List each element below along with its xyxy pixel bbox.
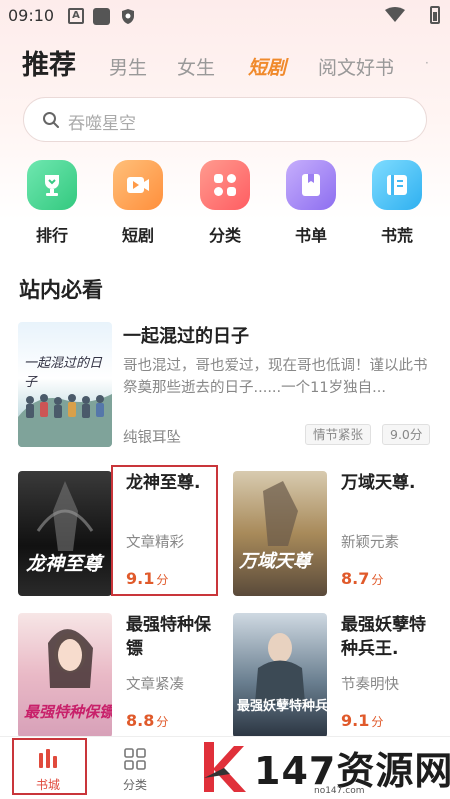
search-placeholder: 吞噬星空 bbox=[68, 114, 136, 134]
tab-short-drama[interactable]: 短剧 bbox=[248, 53, 286, 80]
nav-categories[interactable]: 分类 bbox=[99, 739, 171, 797]
book-cover: 龙神至尊 bbox=[18, 471, 112, 596]
search-bar[interactable]: 吞噬星空 bbox=[23, 97, 427, 142]
video-icon bbox=[113, 160, 163, 210]
book-description: 哥也混过，哥也爱过，现在哥也低调！谨以此书祭奠那些逝去的日子......一个11… bbox=[123, 358, 428, 396]
search-icon bbox=[42, 111, 60, 133]
trophy-icon bbox=[27, 160, 77, 210]
book-author: 文章紧凑 bbox=[126, 677, 184, 693]
watermark: 147资源网 no147.com bbox=[192, 736, 450, 799]
shortcut-book-shortage[interactable]: 书荒 bbox=[367, 160, 427, 246]
highlight-box bbox=[111, 465, 218, 596]
nav-label: 分类 bbox=[122, 778, 147, 792]
book-score: 8.8 分 bbox=[126, 711, 169, 730]
category-shortcuts: 排行 短剧 分类 书单 书荒 bbox=[0, 160, 450, 250]
featured-book-card[interactable]: 一起混过的日子 一起混过的日子 哥也混过，哥也爱过，现在哥也低调！谨以此书祭奠那… bbox=[18, 322, 432, 450]
status-time: 09:10 bbox=[8, 6, 55, 25]
book-title: 一起混过的日子 bbox=[123, 326, 249, 347]
watermark-subtext: no147.com bbox=[314, 786, 365, 796]
book-title: 最强特种保镖 bbox=[126, 615, 211, 659]
book-cover: 一起混过的日子 bbox=[18, 322, 112, 447]
status-bar: 09:10 A bbox=[0, 0, 450, 32]
nav-highlight-box bbox=[12, 738, 87, 795]
book-cover: 万域天尊 bbox=[233, 471, 327, 596]
book-cover: 最强妖孽特种兵王 bbox=[233, 613, 327, 738]
book-card[interactable]: 万域天尊 万域天尊. 新颖元素 8.7 分 bbox=[233, 471, 433, 596]
shortcut-ranking[interactable]: 排行 bbox=[22, 160, 82, 246]
section-title: 站内必看 bbox=[19, 278, 103, 302]
cover-title-art: 最强妖孽特种兵王 bbox=[237, 699, 327, 714]
tab-male[interactable]: 男生 bbox=[109, 53, 147, 80]
shortcut-short-drama[interactable]: 短剧 bbox=[108, 160, 168, 246]
a-notification-icon: A bbox=[68, 8, 84, 24]
shortcut-label: 分类 bbox=[208, 226, 241, 245]
cover-title-art: 龙神至尊 bbox=[26, 553, 103, 575]
book-score-tag: 9.0分 bbox=[382, 424, 431, 445]
book-card[interactable]: 最强妖孽特种兵王 最强妖孽特种兵王. 节奏明快 9.1分 bbox=[233, 613, 433, 738]
book-author: 节奏明快 bbox=[341, 677, 399, 693]
shortcut-label: 排行 bbox=[35, 226, 68, 245]
shortcut-booklist[interactable]: 书单 bbox=[281, 160, 341, 246]
shortcut-label: 书单 bbox=[294, 226, 327, 245]
book-author: 新颖元素 bbox=[341, 535, 399, 551]
more-tabs-dot-icon[interactable]: · bbox=[425, 56, 429, 70]
tab-yuewen-books[interactable]: 阅文好书 bbox=[318, 53, 394, 80]
top-tabs: 推荐 男生 女生 短剧 阅文好书 · bbox=[0, 44, 450, 84]
book-score: 9.1 分 bbox=[341, 711, 384, 730]
shortcut-label: 短剧 bbox=[121, 226, 154, 245]
shortcut-label: 书荒 bbox=[380, 226, 413, 245]
square-notification-icon bbox=[93, 8, 110, 25]
shield-notification-icon bbox=[120, 8, 136, 24]
watermark-logo-icon bbox=[200, 738, 254, 799]
battery-icon bbox=[430, 6, 440, 24]
booklist-icon bbox=[286, 160, 336, 210]
tab-recommend[interactable]: 推荐 bbox=[22, 43, 76, 82]
cover-title-art: 一起混过的日子 bbox=[24, 356, 103, 390]
category-grid-icon bbox=[123, 747, 147, 775]
cover-title-art: 最强特种保镖 bbox=[24, 703, 112, 721]
tab-female[interactable]: 女生 bbox=[177, 53, 215, 80]
book-score: 8.7 分 bbox=[341, 569, 384, 588]
book-tag: 情节紧张 bbox=[305, 424, 372, 445]
cover-title-art: 万域天尊 bbox=[239, 551, 311, 572]
wifi-icon bbox=[385, 7, 405, 23]
book-cover: 最强特种保镖 bbox=[18, 613, 112, 738]
book-card[interactable]: 最强特种保镖 最强特种保镖 文章紧凑 8.8 分 bbox=[18, 613, 218, 738]
book-icon bbox=[372, 160, 422, 210]
shortcut-categories[interactable]: 分类 bbox=[195, 160, 255, 246]
grid-icon bbox=[200, 160, 250, 210]
book-author: 纯银耳坠 bbox=[123, 430, 181, 446]
book-title: 万域天尊. bbox=[341, 473, 416, 493]
book-title: 最强妖孽特种兵王. bbox=[341, 615, 426, 659]
